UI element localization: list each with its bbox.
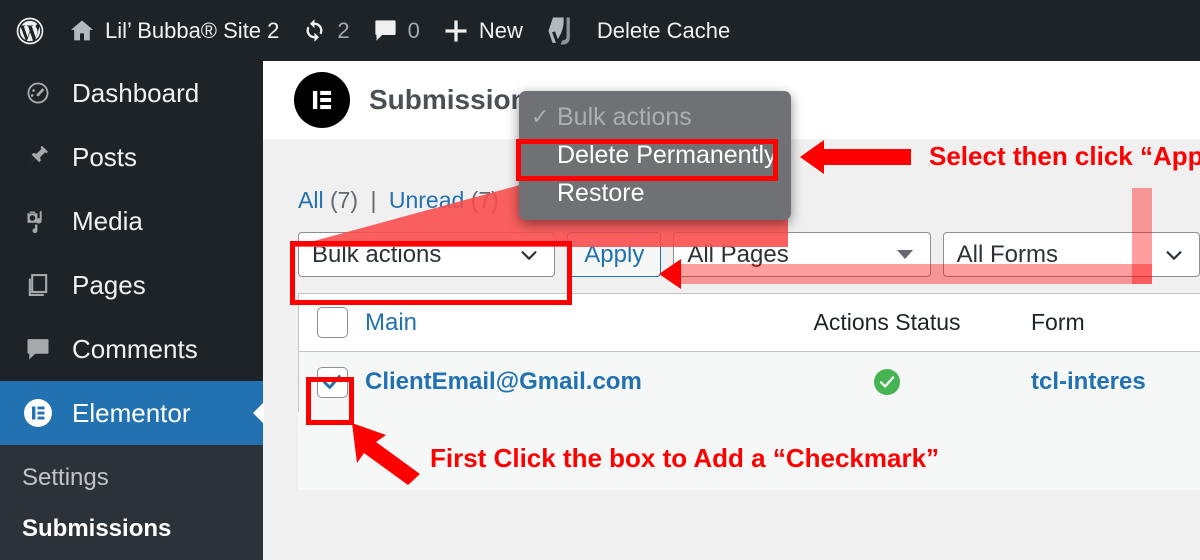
checkmark-icon: ✓ xyxy=(531,104,550,129)
row-checkbox[interactable] xyxy=(316,366,348,398)
filter-separator: | xyxy=(370,187,377,213)
row-checkbox-cell xyxy=(299,366,365,398)
sidebar-item-label: Posts xyxy=(72,141,138,172)
comments-count: 0 xyxy=(407,17,420,43)
filter-count-unread: (7) xyxy=(470,187,499,213)
pages-filter-value: All Pages xyxy=(687,240,789,268)
new-content-menu[interactable]: New xyxy=(431,0,534,61)
row-form-link[interactable]: tcl-interes xyxy=(1007,368,1200,396)
forms-filter-select[interactable]: All Forms xyxy=(942,232,1200,277)
row-main-link[interactable]: ClientEmail@Gmail.com xyxy=(365,368,767,396)
column-header-actions-status: Actions Status xyxy=(813,309,961,335)
dropdown-item-label: Delete Permanently xyxy=(557,140,777,169)
sidebar-item-label: Pages xyxy=(72,269,146,300)
table-row: ClientEmail@Gmail.com tcl-interes xyxy=(299,352,1200,412)
site-name-menu[interactable]: Lil’ Bubba® Site 2 xyxy=(57,0,290,61)
table-navigation-top: Bulk actions Apply All Pages All Forms xyxy=(263,214,1200,277)
column-header-form: Form xyxy=(1031,309,1085,335)
page-title: Submissions xyxy=(369,84,544,115)
pages-filter-select[interactable]: All Pages xyxy=(673,232,931,277)
sidebar-item-label: Comments xyxy=(72,333,198,364)
bulk-actions-dropdown-menu: ✓ Bulk actions Delete Permanently Restor… xyxy=(519,91,791,220)
elementor-logo-icon xyxy=(294,72,350,128)
sidebar-item-comments[interactable]: Comments xyxy=(0,317,263,381)
bulk-actions-value: Bulk actions xyxy=(312,240,442,268)
delete-cache-button[interactable]: Delete Cache xyxy=(586,0,741,61)
pin-icon xyxy=(22,141,54,173)
wordpress-logo-button[interactable] xyxy=(0,0,57,61)
dropdown-item-bulk-actions[interactable]: ✓ Bulk actions xyxy=(519,98,791,136)
sidebar-item-dashboard[interactable]: Dashboard xyxy=(0,61,263,125)
elementor-submenu: Settings Submissions xyxy=(0,445,263,560)
updates-count: 2 xyxy=(337,17,350,43)
select-all-checkbox[interactable] xyxy=(316,307,348,338)
chevron-down-icon xyxy=(1162,243,1186,267)
sidebar-item-posts[interactable]: Posts xyxy=(0,125,263,189)
comments-menu[interactable]: 0 xyxy=(361,0,431,61)
dashboard-icon xyxy=(22,77,54,109)
dropdown-item-label: Bulk actions xyxy=(557,102,692,131)
green-check-circle-icon xyxy=(874,369,900,395)
triangle-down-icon xyxy=(893,243,917,267)
filter-link-all[interactable]: All xyxy=(298,187,324,213)
plus-icon xyxy=(442,17,470,45)
site-name-label: Lil’ Bubba® Site 2 xyxy=(105,17,280,43)
wordpress-logo-icon xyxy=(14,15,46,47)
submissions-table: Main Actions Status Form ClientEmail@Gma… xyxy=(298,293,1200,412)
delete-cache-label: Delete Cache xyxy=(596,17,731,43)
column-header-main[interactable]: Main xyxy=(365,309,767,337)
row-actions-status-cell xyxy=(767,369,1007,395)
filter-link-unread[interactable]: Unread xyxy=(389,187,464,213)
filter-count-all: (7) xyxy=(329,187,359,213)
comment-bubble-icon xyxy=(372,17,399,44)
wp-admin-bar: Lil’ Bubba® Site 2 2 0 New Delete Cache xyxy=(0,0,1200,61)
bulk-actions-select[interactable]: Bulk actions xyxy=(298,232,556,277)
sidebar-item-label: Media xyxy=(72,205,143,236)
table-header-row: Main Actions Status Form xyxy=(299,294,1200,352)
apply-button[interactable]: Apply xyxy=(567,232,662,277)
new-content-label: New xyxy=(478,17,523,43)
media-icon xyxy=(22,205,54,237)
dropdown-item-label: Restore xyxy=(557,178,645,207)
sidebar-item-elementor[interactable]: Elementor xyxy=(0,381,263,445)
screen: Lil’ Bubba® Site 2 2 0 New Delete Cache … xyxy=(0,0,1200,560)
home-icon xyxy=(68,17,96,45)
select-all-checkbox-cell xyxy=(299,307,365,338)
sidebar-item-media[interactable]: Media xyxy=(0,189,263,253)
comment-bubble-icon xyxy=(22,333,54,365)
yoast-seo-menu[interactable] xyxy=(534,0,586,61)
chevron-down-icon xyxy=(517,243,541,267)
sidebar-subitem-submissions[interactable]: Submissions xyxy=(0,504,263,555)
admin-sidebar-menu: Dashboard Posts Media Pages Comments Ele… xyxy=(0,61,263,560)
sidebar-subitem-settings[interactable]: Settings xyxy=(0,453,263,504)
updates-menu[interactable]: 2 xyxy=(290,0,360,61)
sidebar-item-pages[interactable]: Pages xyxy=(0,253,263,317)
sidebar-item-label: Elementor xyxy=(72,397,191,428)
dropdown-item-delete-permanently[interactable]: Delete Permanently xyxy=(519,136,791,174)
updates-icon xyxy=(301,17,328,44)
yoast-seo-icon xyxy=(545,15,575,47)
apply-label: Apply xyxy=(584,240,645,268)
dropdown-item-restore[interactable]: Restore xyxy=(519,174,791,212)
forms-filter-value: All Forms xyxy=(956,240,1058,268)
sidebar-item-label: Dashboard xyxy=(72,77,200,108)
elementor-icon xyxy=(22,397,54,429)
pages-icon xyxy=(22,269,54,301)
table-empty-space xyxy=(298,412,1200,490)
